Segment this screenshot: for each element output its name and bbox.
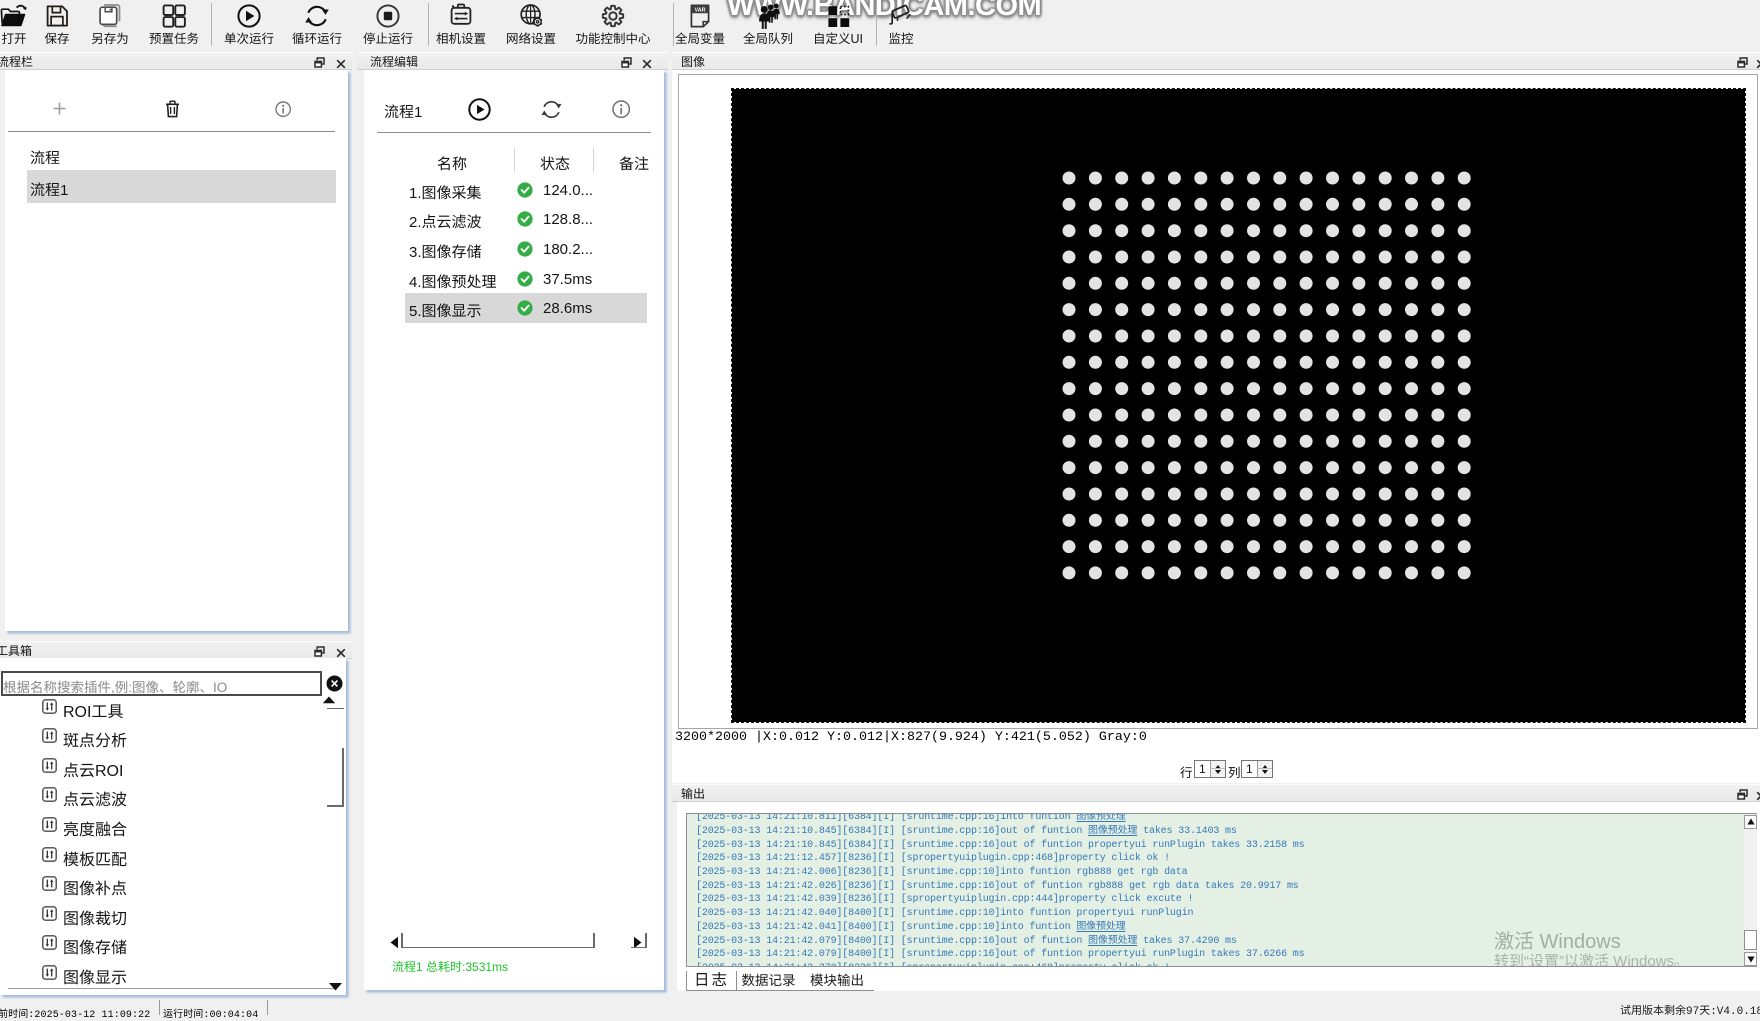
svg-text:VAR: VAR	[695, 7, 706, 13]
